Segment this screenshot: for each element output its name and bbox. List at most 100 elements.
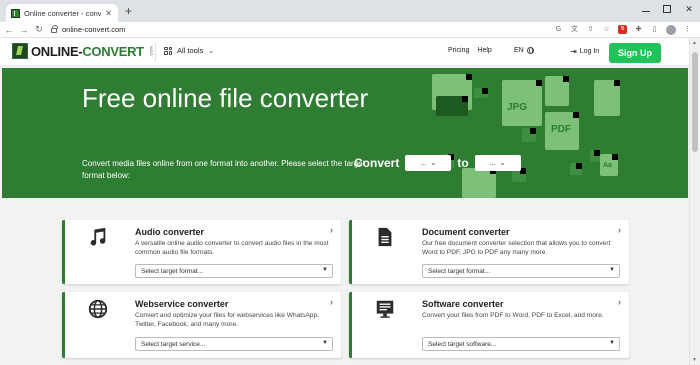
logo-text-part2: CONVERT bbox=[82, 43, 144, 59]
logo-text-part1: ONLINE- bbox=[31, 43, 83, 59]
document-converter-card[interactable]: Document converter Our free document con… bbox=[349, 220, 629, 284]
select-chevron-icon: ▼ bbox=[609, 267, 615, 273]
card-title: Document converter bbox=[422, 227, 510, 237]
profile-avatar[interactable] bbox=[666, 24, 676, 35]
card-description: Convert your files from PDF to Word, PDF… bbox=[422, 312, 604, 319]
browser-menu-icon[interactable]: ⋮ bbox=[683, 25, 692, 34]
reload-button[interactable]: ↻ bbox=[33, 24, 45, 35]
monitor-icon bbox=[376, 300, 394, 318]
all-tools-label: All tools bbox=[177, 46, 204, 55]
audio-format-select[interactable]: Select target format... ▼ bbox=[135, 264, 333, 278]
chevron-down-icon: ⌄ bbox=[208, 47, 215, 55]
all-tools-dropdown[interactable]: All tools ⌄ bbox=[164, 46, 214, 55]
tab-close-button[interactable]: ✕ bbox=[104, 9, 113, 18]
scroll-down-icon[interactable]: ▼ bbox=[692, 357, 697, 363]
card-description: A versatile online audio converter to co… bbox=[135, 240, 329, 256]
audio-converter-card[interactable]: Audio converter A versatile online audio… bbox=[62, 220, 341, 284]
music-note-icon bbox=[90, 227, 106, 246]
minimize-button[interactable] bbox=[642, 10, 650, 12]
page-scrollbar[interactable]: ▲ ▼ bbox=[689, 38, 700, 365]
convert-label: Convert bbox=[354, 156, 400, 170]
graph-file-icon bbox=[462, 168, 496, 198]
site-logo[interactable]: ONLINE-CONVERT .COM bbox=[12, 43, 156, 59]
logo-mark-icon bbox=[12, 43, 28, 59]
signup-button[interactable]: Sign Up bbox=[609, 43, 661, 63]
chevron-right-icon[interactable]: › bbox=[618, 225, 621, 235]
chevron-down-icon: ⌄ bbox=[499, 160, 506, 167]
software-converter-card[interactable]: Software converter Convert your files fr… bbox=[349, 292, 629, 358]
chevron-right-icon[interactable]: › bbox=[330, 297, 333, 307]
google-extension-icon[interactable]: G bbox=[554, 25, 563, 34]
url-text[interactable]: online-convert.com bbox=[62, 25, 125, 34]
chart-file-icon bbox=[594, 80, 620, 116]
extension-icons: G 文 ⇧ ☆ ↯ ✚ ▯ ⋮ bbox=[554, 24, 692, 35]
maximize-button[interactable] bbox=[663, 5, 671, 13]
software-select[interactable]: Select target software... ▼ bbox=[422, 337, 620, 351]
to-format-value: ... bbox=[489, 159, 496, 167]
small-file-icon-6 bbox=[522, 128, 536, 142]
language-selector[interactable]: EN bbox=[514, 47, 534, 54]
globe-icon bbox=[88, 299, 108, 319]
select-chevron-icon: ▼ bbox=[322, 340, 328, 346]
webservice-select[interactable]: Select target service... ▼ bbox=[135, 337, 333, 351]
font-label: Aa bbox=[603, 162, 612, 169]
small-file-icon bbox=[474, 88, 488, 98]
help-link[interactable]: Help bbox=[477, 47, 491, 54]
browser-toolbar: ← → ↻ online-convert.com G 文 ⇧ ☆ ↯ ✚ ▯ ⋮ bbox=[0, 22, 700, 38]
scroll-thumb[interactable] bbox=[692, 52, 698, 152]
forward-button[interactable]: → bbox=[18, 25, 30, 35]
site-favicon-icon bbox=[11, 8, 20, 18]
logo-suffix: .COM bbox=[148, 45, 154, 57]
browser-tabstrip: Online converter - convert vide ✕ + ✕ bbox=[0, 0, 700, 22]
card-description: Our free document converter selection th… bbox=[422, 240, 611, 256]
back-button[interactable]: ← bbox=[3, 25, 15, 35]
hero-subtitle: Convert media files online from one form… bbox=[82, 159, 365, 180]
card-title: Audio converter bbox=[135, 227, 205, 237]
chevron-right-icon[interactable]: › bbox=[330, 225, 333, 235]
language-label: EN bbox=[514, 47, 524, 54]
scroll-up-icon[interactable]: ▲ bbox=[692, 40, 697, 46]
new-tab-button[interactable]: + bbox=[125, 5, 132, 17]
convert-row: Convert ... ⌄ to ... ⌄ bbox=[354, 155, 521, 171]
document-format-select[interactable]: Select target format... ▼ bbox=[422, 264, 620, 278]
share-icon[interactable]: ⇧ bbox=[586, 25, 595, 34]
select-placeholder: Select target format... bbox=[141, 267, 204, 275]
pricing-link[interactable]: Pricing bbox=[448, 47, 469, 54]
puzzle-extensions-icon[interactable]: ✚ bbox=[634, 25, 643, 34]
red-extension-icon[interactable]: ↯ bbox=[618, 25, 627, 34]
header-divider bbox=[155, 43, 156, 61]
translate-icon[interactable]: 文 bbox=[570, 25, 579, 34]
chevron-right-icon[interactable]: › bbox=[618, 297, 621, 307]
login-link[interactable]: ⇥ Log In bbox=[570, 47, 599, 56]
chevron-down-icon: ⌄ bbox=[430, 160, 437, 167]
pdf-label: PDF bbox=[551, 124, 571, 135]
select-placeholder: Select target service... bbox=[141, 340, 206, 348]
header-nav: Pricing Help bbox=[448, 47, 500, 54]
card-description: Convert and optimize your files for webs… bbox=[135, 312, 319, 328]
image-file-icon bbox=[545, 76, 569, 106]
from-format-value: ... bbox=[420, 159, 427, 167]
webservice-converter-card[interactable]: Webservice converter Convert and optimiz… bbox=[62, 292, 341, 358]
select-placeholder: Select target format... bbox=[428, 267, 491, 275]
select-placeholder: Select target software... bbox=[428, 340, 497, 348]
from-format-select[interactable]: ... ⌄ bbox=[405, 155, 452, 171]
login-icon: ⇥ bbox=[570, 47, 577, 56]
select-chevron-icon: ▼ bbox=[322, 267, 328, 273]
to-format-select[interactable]: ... ⌄ bbox=[474, 155, 521, 171]
window-close-button[interactable]: ✕ bbox=[684, 4, 694, 14]
hero-title: Free online file converter bbox=[82, 83, 369, 113]
small-file-icon-5 bbox=[590, 150, 600, 162]
bookmark-star-icon[interactable]: ☆ bbox=[602, 25, 611, 34]
tab-title: Online converter - convert vide bbox=[24, 8, 101, 18]
globe-icon bbox=[526, 47, 534, 54]
select-chevron-icon: ▼ bbox=[609, 340, 615, 346]
browser-tab[interactable]: Online converter - convert vide ✕ bbox=[6, 4, 118, 22]
jpg-label: JPG bbox=[507, 102, 528, 113]
sidebar-icon[interactable]: ▯ bbox=[650, 25, 659, 34]
page-viewport: ONLINE-CONVERT .COM All tools ⌄ Pricing … bbox=[0, 38, 689, 365]
login-label: Log In bbox=[579, 48, 600, 55]
to-label: to bbox=[457, 156, 469, 170]
small-file-icon-4 bbox=[570, 163, 582, 175]
document-icon bbox=[378, 227, 392, 247]
address-bar[interactable]: online-convert.com bbox=[51, 25, 554, 34]
